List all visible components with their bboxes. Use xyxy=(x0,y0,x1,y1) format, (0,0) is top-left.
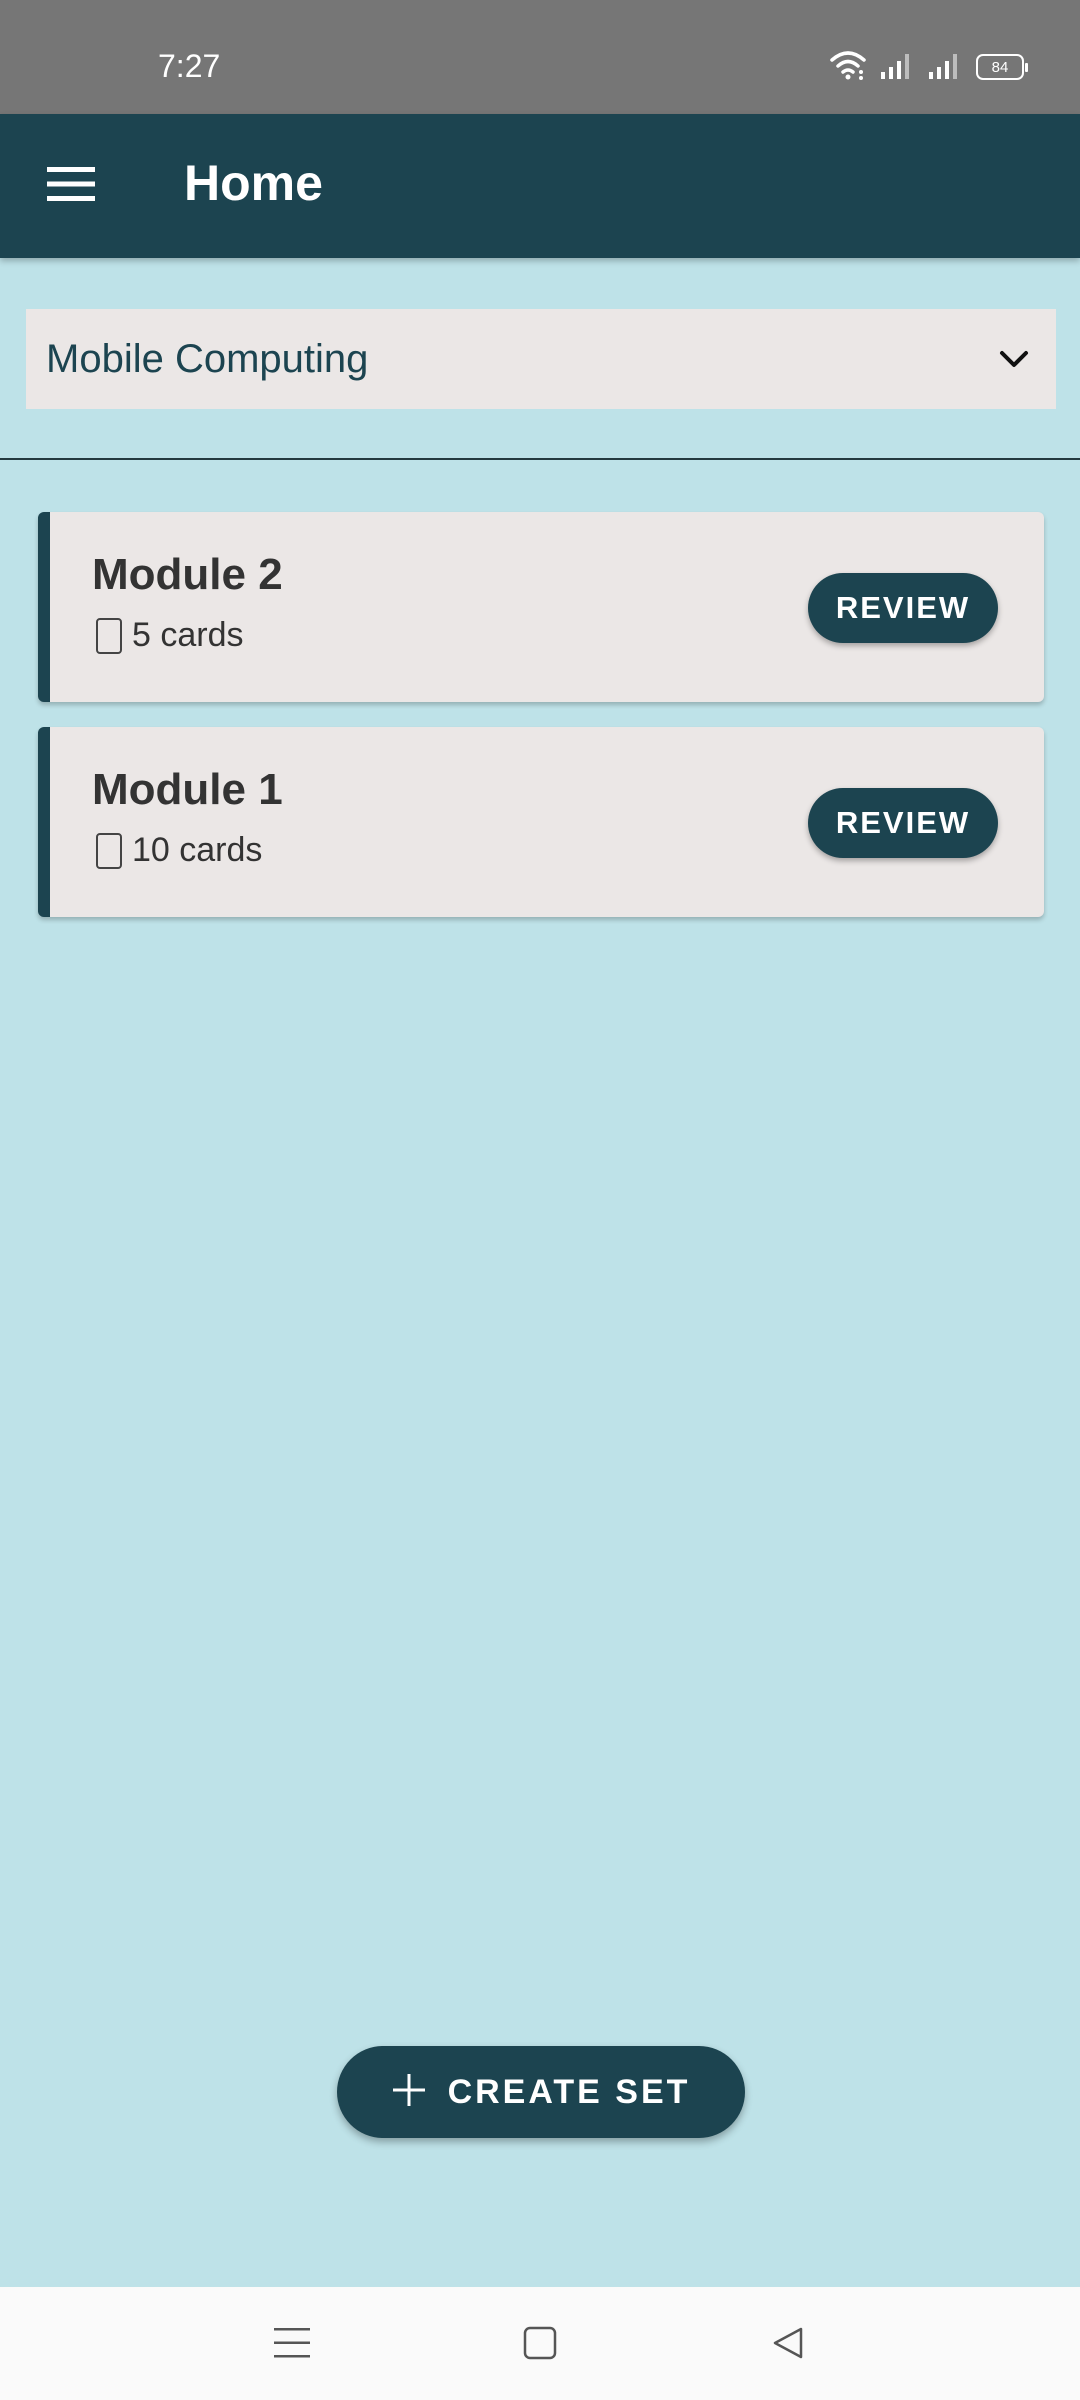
chevron-down-icon xyxy=(994,339,1034,379)
back-icon xyxy=(771,2326,805,2365)
screen: 7:27 84 Home Mobile Computing Module 2 5… xyxy=(0,0,1080,2400)
set-meta: 10 cards xyxy=(96,831,262,870)
review-button[interactable]: REVIEW xyxy=(808,788,998,858)
home-button[interactable] xyxy=(512,2317,568,2373)
system-nav-bar xyxy=(0,2287,1080,2400)
page-title: Home xyxy=(184,155,323,211)
signal-icon xyxy=(880,50,914,85)
set-card[interactable]: Module 1 10 cards REVIEW xyxy=(38,727,1044,917)
create-set-button[interactable]: CREATE SET xyxy=(337,2046,745,2138)
review-button[interactable]: REVIEW xyxy=(808,573,998,643)
home-icon xyxy=(523,2326,557,2365)
card-icon xyxy=(96,617,122,654)
set-card[interactable]: Module 2 5 cards REVIEW xyxy=(38,512,1044,702)
back-button[interactable] xyxy=(760,2317,816,2373)
set-meta: 5 cards xyxy=(96,616,244,655)
status-time: 7:27 xyxy=(158,48,221,84)
course-dropdown[interactable]: Mobile Computing xyxy=(26,309,1056,409)
card-icon xyxy=(96,832,122,869)
menu-button[interactable] xyxy=(30,150,112,222)
wifi-icon xyxy=(830,50,866,85)
set-card-count: 5 cards xyxy=(132,616,244,654)
signal-icon xyxy=(928,50,962,85)
divider xyxy=(0,458,1080,460)
course-dropdown-value: Mobile Computing xyxy=(46,336,369,381)
battery-icon: 84 xyxy=(976,54,1028,80)
battery-level: 84 xyxy=(991,58,1009,76)
set-card-count: 10 cards xyxy=(132,831,263,869)
status-bar: 7:27 84 xyxy=(0,0,1080,114)
recent-apps-button[interactable] xyxy=(264,2317,320,2373)
set-title: Module 1 xyxy=(92,765,283,814)
plus-icon xyxy=(392,2073,426,2112)
hamburger-menu-icon xyxy=(47,166,95,207)
app-bar: Home xyxy=(0,114,1080,258)
create-set-label: CREATE SET xyxy=(447,2072,691,2111)
status-icons: 84 xyxy=(830,50,1028,85)
recent-apps-icon xyxy=(274,2326,310,2365)
set-title: Module 2 xyxy=(92,550,283,599)
